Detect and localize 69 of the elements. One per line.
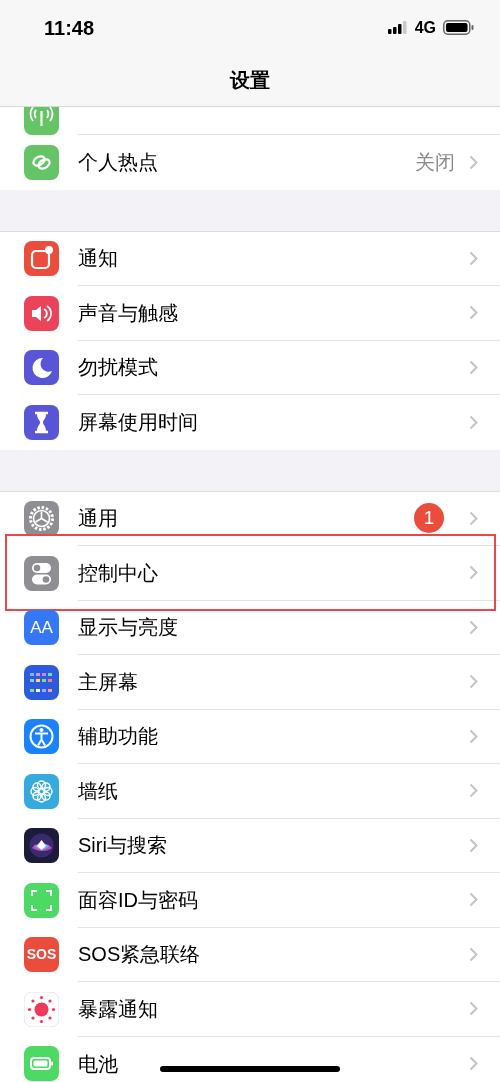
settings-row[interactable]: 勿扰模式 xyxy=(0,340,500,395)
settings-row[interactable]: 面容ID与密码 xyxy=(0,873,500,928)
settings-row[interactable]: 控制中心 xyxy=(0,546,500,601)
sos-icon: SOS xyxy=(24,937,59,973)
chevron-icon xyxy=(469,946,478,962)
row-label: 面容ID与密码 xyxy=(78,887,198,913)
settings-row[interactable]: 通知 xyxy=(0,231,500,286)
nav-title: 设置 xyxy=(230,67,270,93)
hourglass-icon xyxy=(24,404,59,440)
row-label: 个人热点 xyxy=(78,150,158,176)
settings-row[interactable]: 主屏幕 xyxy=(0,655,500,710)
chevron-icon xyxy=(469,892,478,908)
notification-icon xyxy=(24,241,59,277)
chevron-icon xyxy=(469,250,478,266)
chevron-icon xyxy=(469,565,478,581)
status-time: 11:48 xyxy=(44,15,95,41)
toggles-icon xyxy=(24,555,59,591)
row-label: Siri与搜索 xyxy=(78,833,167,859)
chevron-icon xyxy=(469,783,478,799)
row-label: 显示与亮度 xyxy=(78,615,178,641)
chevron-icon xyxy=(469,154,478,170)
gear-icon xyxy=(24,501,59,537)
orb-icon xyxy=(24,828,59,864)
chevron-icon xyxy=(469,728,478,744)
row-label: SOS紧急联络 xyxy=(78,942,201,968)
settings-row[interactable]: 个人热点 关闭 xyxy=(0,135,500,190)
row-label: 主屏幕 xyxy=(78,669,138,695)
chevron-icon xyxy=(469,510,478,526)
row-label: 勿扰模式 xyxy=(78,355,158,381)
row-label: 辅助功能 xyxy=(78,724,158,750)
chevron-icon xyxy=(469,305,478,321)
dots-ring-icon xyxy=(24,991,59,1027)
row-label: 通用 xyxy=(78,506,118,532)
chevron-icon xyxy=(469,837,478,853)
row-label: 控制中心 xyxy=(78,560,158,586)
row-label: 屏幕使用时间 xyxy=(78,410,198,436)
chevron-icon xyxy=(469,359,478,375)
row-label: 声音与触感 xyxy=(78,300,178,326)
chevron-icon xyxy=(469,674,478,690)
chevron-icon xyxy=(469,1056,478,1072)
chevron-icon xyxy=(469,414,478,430)
row-label: 墙纸 xyxy=(78,778,118,804)
moon-icon xyxy=(24,350,59,386)
row-label: 通知 xyxy=(78,246,118,272)
settings-row[interactable]: 墙纸 xyxy=(0,764,500,819)
display-icon: AA xyxy=(24,610,59,646)
settings-row[interactable]: 声音与触感 xyxy=(0,286,500,341)
speaker-icon xyxy=(24,295,59,331)
signal-icon xyxy=(387,21,408,34)
battery-icon xyxy=(443,20,474,35)
chevron-icon xyxy=(469,1001,478,1017)
chevron-icon xyxy=(469,619,478,635)
settings-row[interactable]: 屏幕使用时间 xyxy=(0,395,500,450)
face-frame-icon xyxy=(24,882,59,918)
row-label: 电池 xyxy=(78,1051,118,1077)
settings-row[interactable]: SOS SOS紧急联络 xyxy=(0,927,500,982)
settings-row[interactable]: Siri与搜索 xyxy=(0,818,500,873)
link-icon xyxy=(24,144,59,180)
settings-row[interactable]: 暴露通知 xyxy=(0,982,500,1037)
settings-row[interactable]: AA 显示与亮度 xyxy=(0,600,500,655)
settings-row[interactable]: 通用 1 xyxy=(0,491,500,546)
settings-row[interactable]: 辅助功能 xyxy=(0,709,500,764)
flower-icon xyxy=(24,773,59,809)
row-value: 关闭 xyxy=(415,150,455,176)
network-label: 4G xyxy=(414,17,436,38)
app-grid-icon xyxy=(24,664,59,700)
row-label: 暴露通知 xyxy=(78,996,158,1022)
accessibility-icon xyxy=(24,719,59,755)
notification-badge: 1 xyxy=(414,503,444,534)
